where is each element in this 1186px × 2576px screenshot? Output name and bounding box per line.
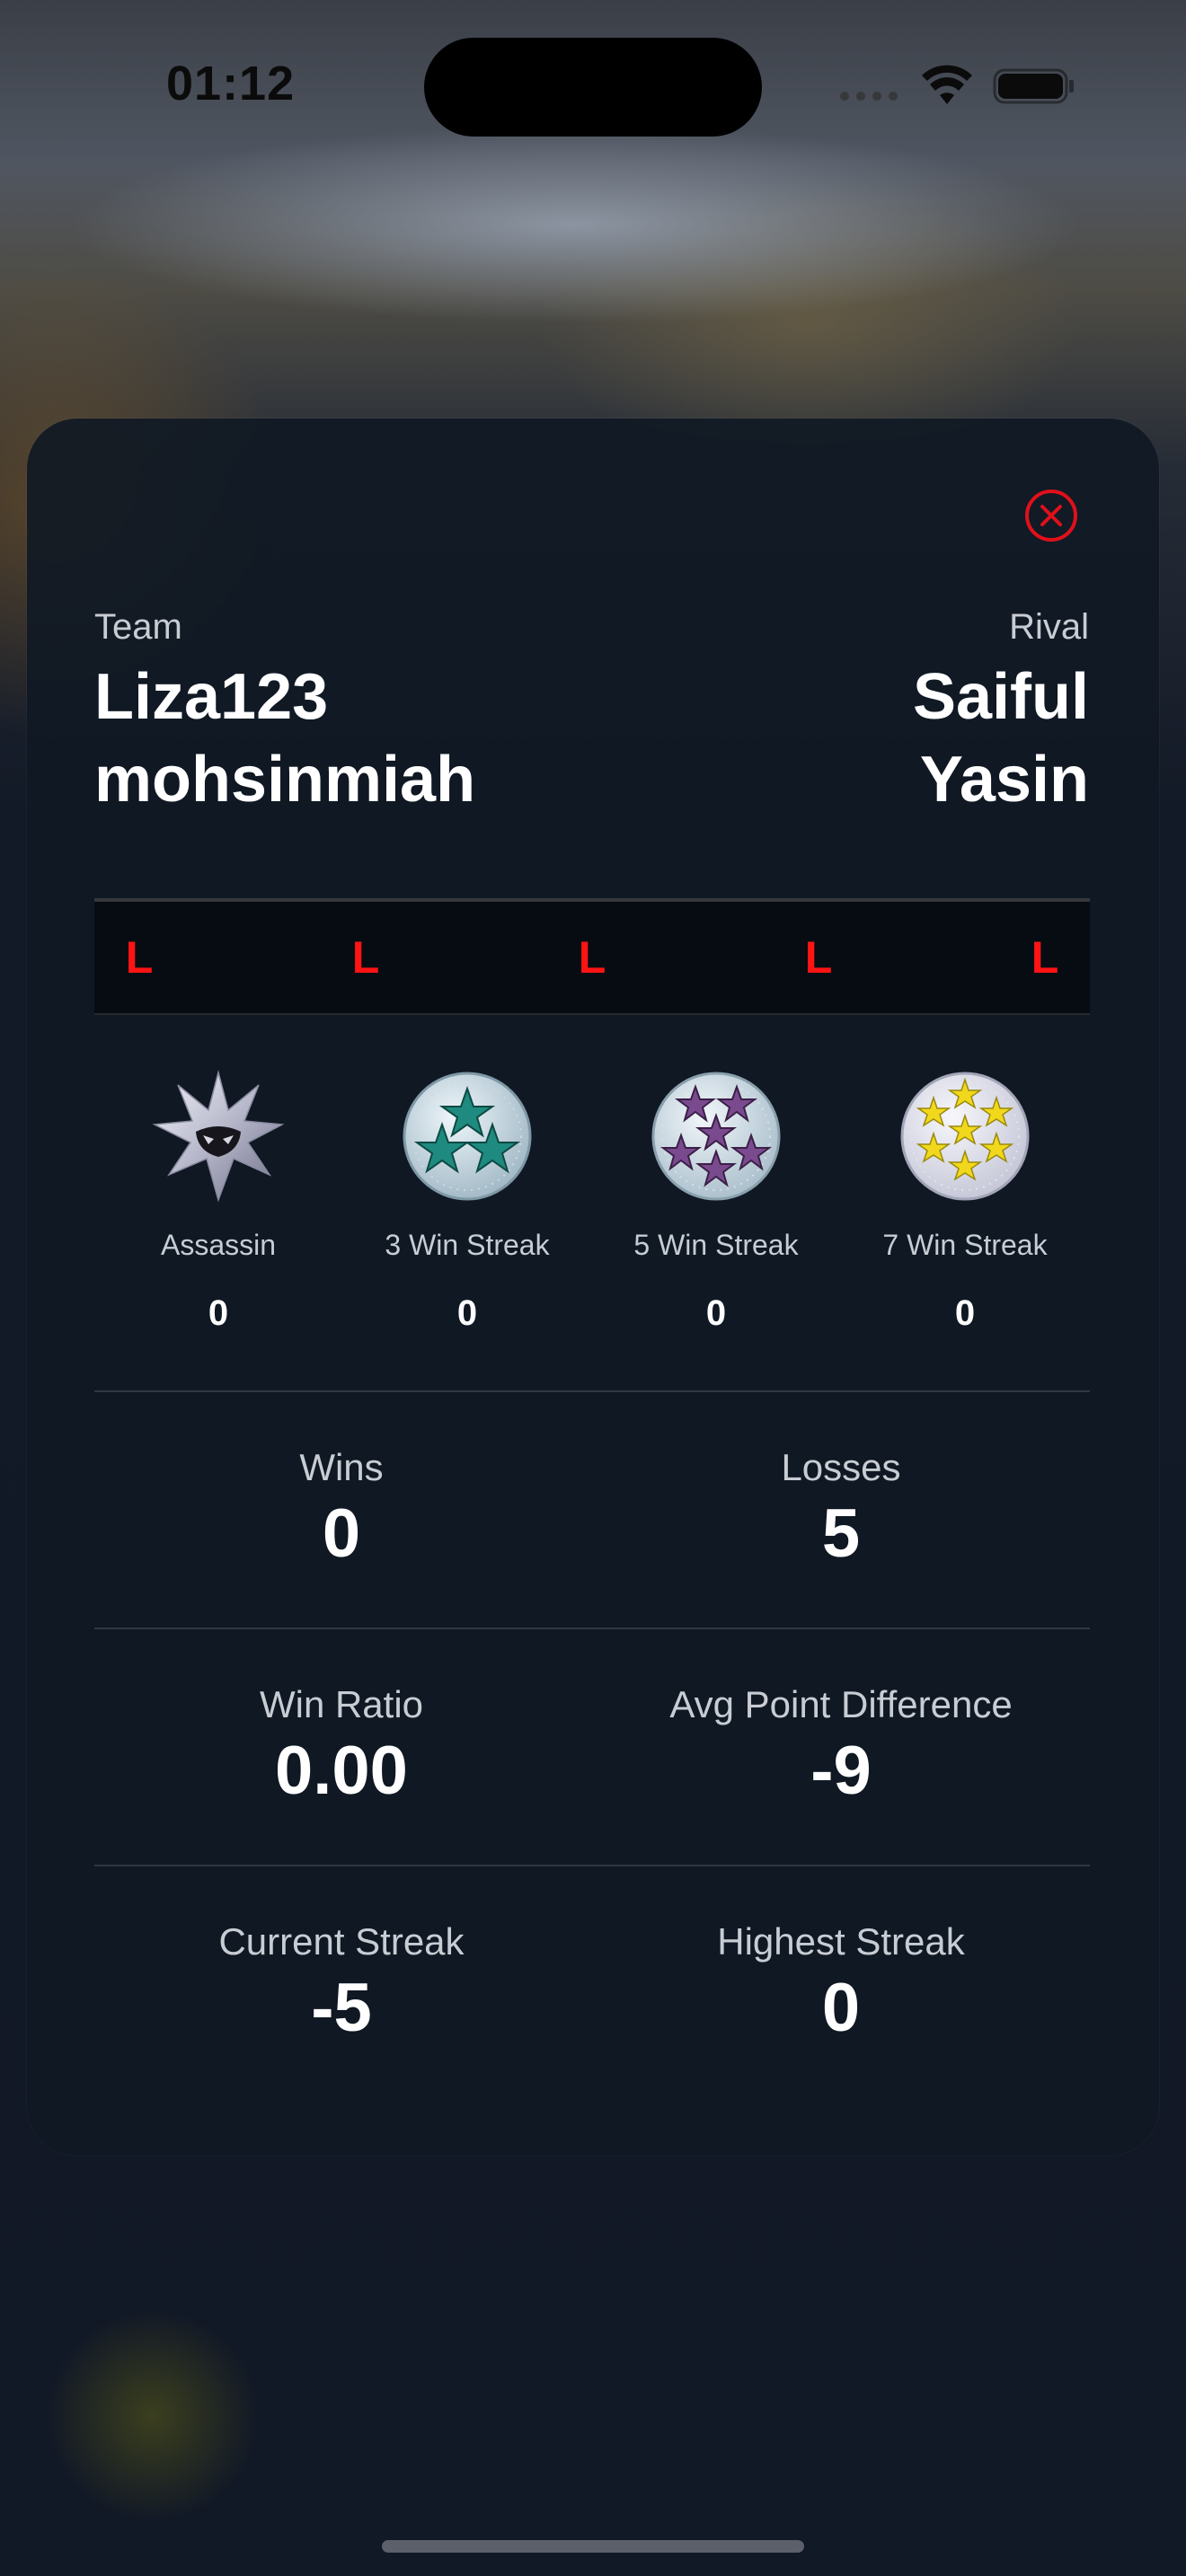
home-indicator[interactable] [382, 2540, 804, 2553]
assassin-star-icon [152, 1070, 285, 1203]
stat-value: -5 [311, 1970, 372, 2046]
badge-5-win-streak: 5 Win Streak 0 [599, 1069, 833, 1334]
result-badge: L [1031, 932, 1059, 983]
badge-label: 7 Win Streak [882, 1229, 1048, 1261]
stat-avg-point-difference: Avg Point Difference -9 [589, 1683, 1093, 1810]
stat-label: Avg Point Difference [669, 1683, 1013, 1725]
stat-label: Current Streak [218, 1920, 465, 1963]
badge-count: 0 [954, 1293, 976, 1333]
rival-label: Rival [1009, 607, 1089, 647]
badge-count: 0 [208, 1293, 229, 1333]
stat-current-streak: Current Streak -5 [90, 1920, 593, 2047]
team-label: Team [94, 607, 182, 647]
stat-value: 0.00 [275, 1733, 408, 1809]
stat-value: 0 [821, 1970, 861, 2046]
stat-highest-streak: Highest Streak 0 [589, 1920, 1093, 2047]
stat-value: -9 [810, 1733, 872, 1809]
divider [94, 1865, 1090, 1866]
cellular-signal-icon [840, 92, 898, 101]
stat-label: Highest Streak [717, 1920, 965, 1963]
stat-value: 5 [821, 1495, 861, 1572]
battery-icon [993, 68, 1074, 104]
stat-label: Wins [299, 1446, 384, 1488]
result-badge: L [804, 932, 833, 983]
badge-label: 5 Win Streak [633, 1229, 799, 1261]
stat-wins: Wins 0 [90, 1446, 593, 1573]
wifi-icon [922, 65, 972, 104]
badge-3-win-streak: 3 Win Streak 0 [350, 1069, 584, 1334]
badge-count: 0 [456, 1293, 478, 1333]
recent-results-strip: L L L L L [94, 898, 1090, 1015]
team-player-2: mohsinmiah [94, 744, 476, 816]
badge-assassin: Assassin 0 [102, 1069, 335, 1334]
stat-losses: Losses 5 [589, 1446, 1093, 1573]
seven-star-medal-icon [900, 1072, 1030, 1201]
team-player-1: Liza123 [94, 661, 329, 733]
divider [94, 1390, 1090, 1392]
badge-label: Assassin [160, 1229, 277, 1261]
dynamic-island [424, 38, 762, 137]
team-player-names: Liza123 mohsinmiah [94, 656, 475, 821]
divider [94, 1628, 1090, 1629]
rival-player-names: Saiful Yasin [913, 656, 1089, 821]
rival-player-2: Yasin [919, 744, 1089, 816]
result-badge: L [351, 932, 380, 983]
five-star-medal-icon [651, 1072, 781, 1201]
stat-win-ratio: Win Ratio 0.00 [90, 1683, 593, 1810]
stat-label: Win Ratio [259, 1683, 424, 1725]
stat-label: Losses [781, 1446, 901, 1488]
result-badge: L [125, 932, 154, 983]
stat-value: 0 [322, 1495, 361, 1572]
rival-player-1: Saiful [912, 661, 1089, 733]
badge-count: 0 [705, 1293, 727, 1333]
badge-7-win-streak: 7 Win Streak 0 [848, 1069, 1082, 1334]
achievement-badges: Assassin 0 3 Win Streak 0 5 Win Streak 0… [94, 1069, 1090, 1338]
status-time: 01:12 [166, 57, 296, 110]
result-badge: L [578, 932, 606, 983]
badge-label: 3 Win Streak [385, 1229, 550, 1261]
three-star-medal-icon [403, 1072, 532, 1201]
close-icon[interactable] [1024, 489, 1078, 543]
